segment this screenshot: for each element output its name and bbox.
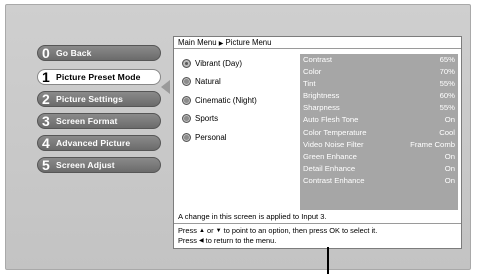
- breadcrumb: Main Menu ▶ Picture Menu: [174, 37, 461, 49]
- setting-value: 60%: [439, 91, 455, 101]
- breadcrumb-root[interactable]: Main Menu: [178, 38, 217, 47]
- setting-label: Sharpness: [303, 103, 340, 113]
- menu-number: 2: [42, 91, 50, 107]
- down-arrow-icon: ▼: [215, 228, 222, 234]
- setting-label: Detail Enhance: [303, 163, 356, 173]
- preset-settings-table: Contrast 65% Color 70% Tint 55% Brightness 6…: [300, 54, 458, 210]
- setting-label: Color: [303, 67, 322, 77]
- selection-pointer-icon: [161, 80, 170, 94]
- radio-icon[interactable]: [182, 77, 191, 86]
- setting-row: Video Noise Filter Frame Comb: [300, 139, 458, 151]
- radio-icon[interactable]: [182, 114, 191, 123]
- setting-row: Brightness 60%: [300, 90, 458, 102]
- setting-label: Contrast Enhance: [303, 175, 365, 185]
- callout-line: [327, 247, 329, 274]
- setting-value: Frame Comb: [410, 139, 455, 149]
- preset-option-sports[interactable]: Sports: [182, 113, 257, 125]
- setting-row: Green Enhance On: [300, 151, 458, 163]
- setting-row: Color Temperature Cool: [300, 127, 458, 139]
- setting-value: On: [444, 163, 455, 173]
- help-line-2: Press ◀ to return to the menu.: [178, 236, 461, 246]
- help-line-1: Press ▲ or ▼ to point to an option, then…: [178, 226, 461, 236]
- setting-row: Color 70%: [300, 66, 458, 78]
- setting-value: 55%: [439, 79, 455, 89]
- menu-label: Picture Settings: [56, 94, 124, 104]
- setting-value: On: [444, 151, 455, 161]
- setting-value: Cool: [439, 127, 455, 137]
- menu-number: 0: [42, 45, 50, 61]
- setting-row: Contrast Enhance On: [300, 175, 458, 187]
- help-text-part: to return to the menu.: [205, 236, 277, 245]
- left-arrow-icon: ◀: [198, 238, 204, 244]
- picture-menu-panel: Main Menu ▶ Picture Menu Vibrant (Day) N…: [173, 36, 462, 249]
- menu-go-back-button[interactable]: 0 Go Back: [37, 45, 161, 61]
- setting-label: Auto Flesh Tone: [303, 115, 359, 125]
- menu-label: Screen Format: [56, 116, 118, 126]
- menu-screen-format-button[interactable]: 3 Screen Format: [37, 113, 161, 129]
- setting-label: Green Enhance: [303, 151, 357, 161]
- preset-label: Vibrant (Day): [195, 58, 242, 68]
- preset-label: Cinematic (Night): [195, 95, 257, 105]
- setting-row: Contrast 65%: [300, 54, 458, 66]
- menu-picture-settings-button[interactable]: 2 Picture Settings: [37, 91, 161, 107]
- help-text-part: or: [206, 226, 214, 235]
- preset-option-natural[interactable]: Natural: [182, 76, 257, 88]
- setting-label: Brightness: [303, 91, 340, 101]
- breadcrumb-current: Picture Menu: [225, 38, 272, 47]
- menu-label: Advanced Picture: [56, 138, 131, 148]
- menu-number: 5: [42, 157, 50, 173]
- menu-picture-preset-mode-button[interactable]: 1 Picture Preset Mode: [37, 69, 161, 85]
- radio-icon[interactable]: [182, 95, 191, 105]
- menu-screen-adjust-button[interactable]: 5 Screen Adjust: [37, 157, 161, 173]
- setting-row: Tint 55%: [300, 78, 458, 90]
- breadcrumb-separator-icon: ▶: [218, 41, 224, 47]
- input-note: A change in this screen is applied to In…: [178, 212, 327, 221]
- preset-option-personal[interactable]: Personal: [182, 131, 257, 143]
- setting-value: 70%: [439, 67, 455, 77]
- setting-value: 55%: [439, 103, 455, 113]
- setting-row: Detail Enhance On: [300, 163, 458, 175]
- up-arrow-icon: ▲: [198, 228, 205, 234]
- tv-menu-screen: 0 Go Back 1 Picture Preset Mode 2 Pictur…: [5, 4, 471, 270]
- help-text-part: to point to an option, then press OK to …: [223, 226, 378, 235]
- menu-number: 3: [42, 113, 50, 129]
- preset-mode-list: Vibrant (Day) Natural Cinematic (Night) …: [182, 57, 257, 150]
- preset-label: Personal: [195, 132, 227, 142]
- radio-icon[interactable]: [182, 132, 191, 142]
- menu-number: 4: [42, 135, 50, 151]
- preset-label: Sports: [195, 114, 219, 123]
- help-text-part: Press: [178, 226, 197, 235]
- help-text: Press ▲ or ▼ to point to an option, then…: [174, 223, 461, 249]
- setting-label: Contrast: [303, 55, 333, 64]
- help-text-part: Press: [178, 236, 197, 245]
- setting-label: Color Temperature: [303, 127, 367, 137]
- preset-label: Natural: [195, 77, 221, 86]
- radio-selected-icon[interactable]: [182, 58, 191, 68]
- menu-label: Go Back: [56, 48, 92, 58]
- preset-option-cinematic[interactable]: Cinematic (Night): [182, 94, 257, 106]
- menu-number: 1: [42, 69, 50, 85]
- setting-value: On: [444, 175, 455, 185]
- setting-label: Tint: [303, 79, 316, 89]
- setting-row: Sharpness 55%: [300, 102, 458, 114]
- setting-label: Video Noise Filter: [303, 139, 364, 149]
- setting-value: On: [444, 115, 455, 125]
- menu-label: Picture Preset Mode: [56, 72, 141, 82]
- menu-advanced-picture-button[interactable]: 4 Advanced Picture: [37, 135, 161, 151]
- preset-option-vibrant[interactable]: Vibrant (Day): [182, 57, 257, 69]
- setting-value: 65%: [439, 55, 455, 64]
- setting-row: Auto Flesh Tone On: [300, 114, 458, 126]
- menu-label: Screen Adjust: [56, 160, 115, 170]
